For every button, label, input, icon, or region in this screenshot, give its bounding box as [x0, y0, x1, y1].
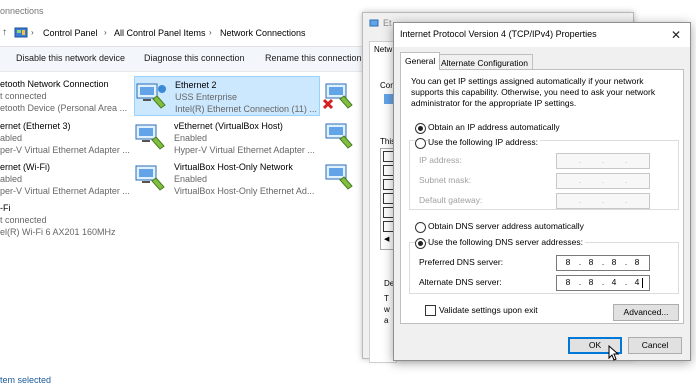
preferred-dns-label: Preferred DNS server: [419, 257, 504, 267]
ip-address-label: IP address: [419, 155, 462, 165]
connection-bluetooth[interactable]: etooth Network Connection t connected et… [0, 76, 130, 116]
ipv4-properties-dialog: Internet Protocol Version 4 (TCP/IPv4) P… [393, 22, 691, 361]
connection-name: Ethernet 2 [175, 80, 217, 90]
connection-virtualbox-host-only[interactable]: VirtualBox Host-Only Network Enabled Vir… [134, 159, 320, 199]
connection-device: per-V Virtual Ethernet Adapter ... [0, 186, 130, 196]
connection-status: t connected [0, 215, 47, 225]
network-adapter-icon [322, 163, 356, 193]
preferred-dns-field[interactable]: 8. 8. 8. 8 [556, 255, 650, 271]
text-cursor [642, 278, 643, 288]
connection-status: t connected [0, 91, 47, 101]
network-adapter-icon [134, 163, 168, 193]
breadcrumb-control-panel[interactable]: Control Panel [43, 28, 98, 38]
connection-vethernet-virtualbox[interactable]: vEthernet (VirtualBox Host) Enabled Hype… [134, 118, 320, 158]
subnet-mask-field[interactable]: ... [556, 173, 650, 189]
description-text: You can get IP settings assigned automat… [411, 76, 656, 108]
connection-name: ernet (Ethernet 3) [0, 121, 71, 131]
dialog-title: Et [383, 18, 392, 28]
network-adapter-icon [322, 122, 356, 152]
disable-device-command[interactable]: Disable this network device [16, 53, 125, 63]
connection-ethernet-2[interactable]: Ethernet 2 USS Enterprise Intel(R) Ether… [134, 76, 320, 116]
connection-device: Hyper-V Virtual Ethernet Adapter ... [174, 145, 315, 155]
connection-name: ernet (Wi-Fi) [0, 162, 50, 172]
connection-status: USS Enterprise [175, 92, 238, 102]
connection-name: VirtualBox Host-Only Network [174, 162, 293, 172]
obtain-dns-auto-label[interactable]: Obtain DNS server address automatically [428, 221, 584, 231]
connection-status: abled [0, 174, 23, 184]
status-bar-text: tem selected [0, 375, 52, 385]
window-title: onnections [0, 6, 44, 16]
breadcrumb-all-items[interactable]: All Control Panel Items [114, 28, 206, 38]
connection-status: Enabled [174, 174, 208, 184]
connection-device: etooth Device (Personal Area ... [0, 103, 128, 113]
use-following-dns-radio[interactable] [415, 238, 426, 249]
connection-device: el(R) Wi-Fi 6 AX201 160MHz [0, 227, 116, 237]
mouse-cursor-icon [608, 344, 620, 361]
description-text: a [384, 316, 389, 325]
connection-status: Enabled [174, 133, 208, 143]
subnet-mask-label: Subnet mask: [419, 175, 471, 185]
control-panel-icon [14, 26, 28, 40]
address-bar[interactable]: ↑ › Control Panel › All Control Panel It… [0, 22, 380, 47]
breadcrumb-separator-icon: › [209, 28, 212, 37]
network-adapter-disabled-icon [322, 82, 356, 112]
connection-device: VirtualBox Host-Only Ethernet Ad... [174, 186, 315, 196]
obtain-dns-auto-radio[interactable] [415, 222, 426, 233]
network-adapter-icon [135, 81, 169, 111]
validate-settings-label[interactable]: Validate settings upon exit [439, 305, 538, 315]
connection-partial-3[interactable] [322, 159, 362, 199]
advanced-button[interactable]: Advanced... [613, 304, 679, 321]
scroll-left-icon[interactable]: ◀ [384, 235, 389, 243]
up-arrow-icon[interactable]: ↑ [2, 27, 7, 38]
connection-name: vEthernet (VirtualBox Host) [174, 121, 283, 131]
default-gateway-label: Default gateway: [419, 195, 483, 205]
tab-networking[interactable]: Netw [374, 45, 392, 54]
network-adapter-icon [134, 122, 168, 152]
connection-partial-2[interactable] [322, 118, 362, 158]
connection-ethernet-3[interactable]: ernet (Ethernet 3) abled per-V Virtual E… [0, 118, 130, 158]
alternate-dns-field[interactable]: 8. 8. 4. 4 [556, 275, 650, 291]
use-following-dns-label[interactable]: Use the following DNS server addresses: [428, 237, 585, 247]
command-bar: Disable this network device Diagnose thi… [0, 47, 380, 72]
diagnose-connection-command[interactable]: Diagnose this connection [144, 53, 245, 63]
use-following-ip-label[interactable]: Use the following IP address: [428, 137, 540, 147]
connection-name: -Fi [0, 203, 11, 213]
dialog-title: Internet Protocol Version 4 (TCP/IPv4) P… [400, 29, 597, 39]
validate-settings-checkbox[interactable] [425, 305, 436, 316]
dialog-title-bar: Internet Protocol Version 4 (TCP/IPv4) P… [394, 23, 690, 47]
network-small-icon [369, 19, 379, 29]
breadcrumb-network-connections[interactable]: Network Connections [220, 28, 306, 38]
obtain-ip-auto-label[interactable]: Obtain an IP address automatically [428, 122, 560, 132]
obtain-ip-auto-radio[interactable] [415, 123, 426, 134]
rename-connection-command[interactable]: Rename this connection [265, 53, 362, 63]
tab-general[interactable]: General [400, 52, 441, 70]
alternate-dns-label: Alternate DNS server: [419, 277, 502, 287]
breadcrumb-separator-icon: › [31, 28, 34, 37]
general-tab-panel: You can get IP settings assigned automat… [400, 69, 684, 324]
connection-device: per-V Virtual Ethernet Adapter ... [0, 145, 130, 155]
connection-wifi[interactable]: -Fi t connected el(R) Wi-Fi 6 AX201 160M… [0, 200, 130, 240]
connection-wifi-adapter[interactable]: ernet (Wi-Fi) abled per-V Virtual Ethern… [0, 159, 130, 199]
connection-name: etooth Network Connection [0, 79, 109, 89]
description-text: w [384, 305, 390, 314]
default-gateway-field[interactable]: ... [556, 193, 650, 209]
description-text: T [384, 294, 389, 303]
connection-device: Intel(R) Ethernet Connection (11) ... [175, 104, 317, 114]
connection-status: abled [0, 133, 23, 143]
cancel-button[interactable]: Cancel [628, 337, 682, 354]
ip-address-field[interactable]: ... [556, 153, 650, 169]
connection-disabled-partial[interactable] [322, 78, 362, 118]
breadcrumb-separator-icon: › [104, 28, 107, 37]
use-following-ip-radio[interactable] [415, 138, 426, 149]
close-icon[interactable]: ✕ [666, 26, 686, 44]
